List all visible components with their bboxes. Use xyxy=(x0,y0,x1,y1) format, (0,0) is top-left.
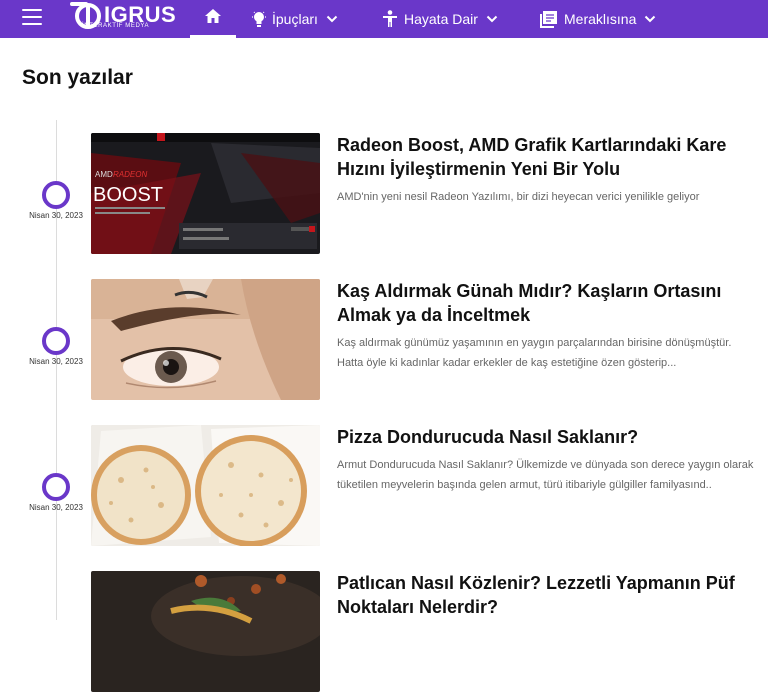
post-item: Patlıcan Nasıl Közlenir? Lezzetli Yapman… xyxy=(0,571,768,696)
svg-text:AMD: AMD xyxy=(95,170,113,179)
post-title[interactable]: Patlıcan Nasıl Közlenir? Lezzetli Yapman… xyxy=(337,571,747,619)
nav-item-meraklisina[interactable]: Meraklısına xyxy=(540,0,656,38)
post-item: Nisan 30, 2023 Kaş Aldırmak Günah Mıdır?… xyxy=(0,279,768,404)
logo-subtitle: İNTERAKTİF MEDYA xyxy=(82,23,150,29)
timeline-dot xyxy=(42,327,70,355)
active-tab-indicator xyxy=(190,35,236,38)
post-thumbnail-pizza[interactable] xyxy=(91,425,320,546)
home-icon xyxy=(205,9,221,23)
nav-item-hayata-dair[interactable]: Hayata Dair xyxy=(382,0,498,38)
post-excerpt: Armut Dondurucuda Nasıl Saklanır? Ülkemi… xyxy=(337,459,754,491)
top-navigation-bar: IGRUS İNTERAKTİF MEDYA İpuçları Hayata D… xyxy=(0,0,768,38)
person-icon xyxy=(382,10,398,28)
lightbulb-icon xyxy=(252,10,266,28)
hamburger-menu-icon[interactable] xyxy=(22,9,42,27)
timeline-dot xyxy=(42,181,70,209)
chevron-down-icon xyxy=(486,15,498,23)
nav-item-ipuclari[interactable]: İpuçları xyxy=(252,0,338,38)
post-thumbnail-eggplant[interactable] xyxy=(91,571,320,692)
post-thumbnail-radeon[interactable]: AMD RADEON BOOST xyxy=(91,133,320,254)
post-item: Nisan 30, 2023 Pizza Dondurucuda Nasıl S… xyxy=(0,425,768,550)
svg-text:RADEON: RADEON xyxy=(113,170,147,179)
post-title[interactable]: Radeon Boost, AMD Grafik Kartlarındaki K… xyxy=(337,133,747,181)
chevron-down-icon xyxy=(326,15,338,23)
nav-label-hayata-dair: Hayata Dair xyxy=(404,11,478,27)
post-title[interactable]: Kaş Aldırmak Günah Mıdır? Kaşların Ortas… xyxy=(337,279,747,327)
post-item: Nisan 30, 2023 AMD RADEON BOOST Radeon B… xyxy=(0,133,768,258)
post-title[interactable]: Pizza Dondurucuda Nasıl Saklanır? xyxy=(337,425,747,449)
timeline-dot xyxy=(42,473,70,501)
section-heading: Son yazılar xyxy=(22,66,133,89)
home-tab[interactable] xyxy=(190,0,236,38)
book-icon xyxy=(540,10,558,28)
nav-label-ipuclari: İpuçları xyxy=(272,11,318,27)
post-excerpt: AMD'nin yeni nesil Radeon Yazılımı, bir … xyxy=(337,191,700,203)
nav-label-meraklisina: Meraklısına xyxy=(564,11,637,27)
chevron-down-icon xyxy=(644,15,656,23)
thumbnail-boost-text: BOOST xyxy=(93,184,163,206)
post-thumbnail-eyebrow[interactable] xyxy=(91,279,320,400)
post-excerpt: Kaş aldırmak günümüz yaşamının en yaygın… xyxy=(337,337,732,369)
site-logo[interactable]: IGRUS İNTERAKTİF MEDYA xyxy=(68,0,180,32)
